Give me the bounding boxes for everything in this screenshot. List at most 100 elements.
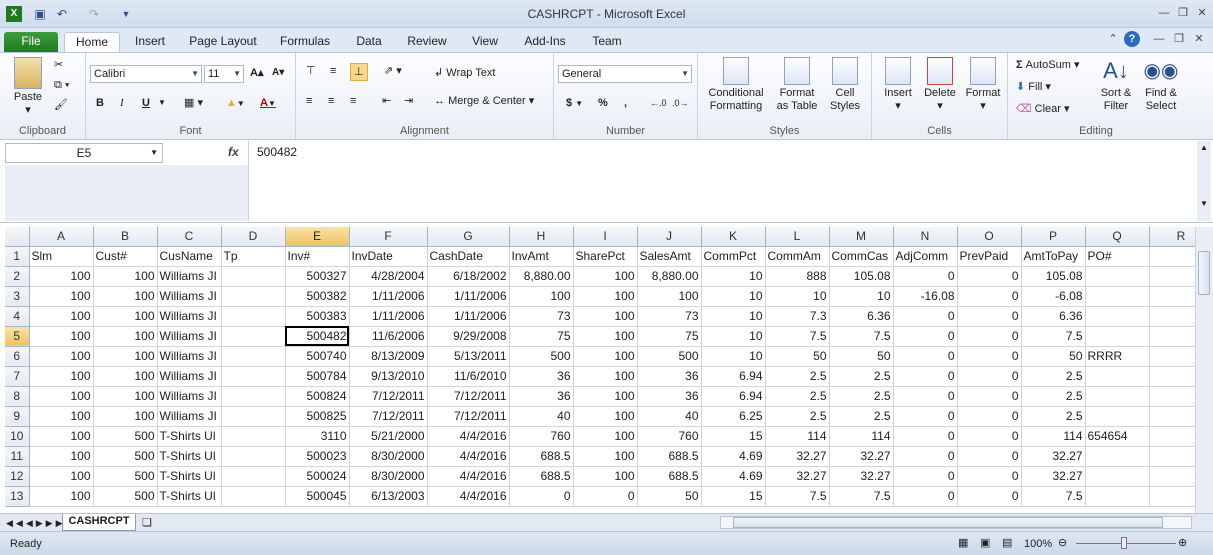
cell[interactable]: 10 xyxy=(765,286,830,307)
autosum-button[interactable]: Σ AutoSum ▾ xyxy=(1016,57,1080,73)
cell[interactable] xyxy=(221,346,286,367)
cell[interactable]: 32.27 xyxy=(765,446,830,467)
cell[interactable]: 9/13/2010 xyxy=(349,366,428,387)
cell[interactable] xyxy=(1149,266,1195,287)
cell[interactable]: 32.27 xyxy=(1021,446,1086,467)
zoom-out-icon[interactable]: ⊖ xyxy=(1058,535,1067,551)
cell[interactable]: 7.5 xyxy=(1021,326,1086,347)
cell[interactable]: 36 xyxy=(637,366,702,387)
tab-add-ins[interactable]: Add-Ins xyxy=(516,32,574,52)
cell[interactable]: 100 xyxy=(93,406,158,427)
cell[interactable]: 100 xyxy=(93,266,158,287)
chevron-down-icon[interactable]: ▼ xyxy=(158,95,166,111)
vertical-scrollbar[interactable] xyxy=(1195,227,1213,513)
insert-sheet-icon[interactable]: ❏ xyxy=(142,515,152,531)
cell[interactable] xyxy=(1085,486,1150,507)
cell[interactable]: -6.08 xyxy=(1021,286,1086,307)
cell[interactable] xyxy=(1085,366,1150,387)
cell[interactable]: Cust# xyxy=(93,246,158,267)
shrink-font-icon[interactable]: A▾ xyxy=(272,65,284,81)
increase-decimal-icon[interactable]: ←.0 xyxy=(650,95,667,111)
horizontal-scrollbar-thumb[interactable] xyxy=(733,517,1163,528)
column-header-j[interactable]: J xyxy=(637,227,702,247)
cell[interactable] xyxy=(221,386,286,407)
conditional-formatting-button[interactable]: Conditional Formatting xyxy=(702,57,770,113)
cell[interactable]: RRRR xyxy=(1085,346,1150,367)
align-middle-icon[interactable]: ≡ xyxy=(330,63,336,79)
cell[interactable]: 100 xyxy=(573,426,638,447)
cell[interactable]: 0 xyxy=(957,386,1022,407)
cell[interactable]: 7/12/2011 xyxy=(349,406,428,427)
column-header-q[interactable]: Q xyxy=(1085,227,1150,247)
column-header-n[interactable]: N xyxy=(893,227,958,247)
cell[interactable]: 50 xyxy=(1021,346,1086,367)
cell[interactable]: 500 xyxy=(93,486,158,507)
cell[interactable]: 0 xyxy=(893,266,958,287)
cell[interactable]: 0 xyxy=(893,306,958,327)
cell[interactable]: 100 xyxy=(93,306,158,327)
cell[interactable]: 688.5 xyxy=(509,446,574,467)
tab-view[interactable]: View xyxy=(464,32,506,52)
fill-button[interactable]: ⬇ Fill ▾ xyxy=(1016,79,1051,95)
cell[interactable]: 2.5 xyxy=(829,386,894,407)
cell[interactable]: 36 xyxy=(509,366,574,387)
cell[interactable]: 500740 xyxy=(285,346,350,367)
cell[interactable]: 0 xyxy=(957,306,1022,327)
cell[interactable]: 7.5 xyxy=(765,486,830,507)
cell[interactable]: 50 xyxy=(765,346,830,367)
cell[interactable]: T-Shirts Ul xyxy=(157,486,222,507)
row-header[interactable]: 1 xyxy=(5,246,30,267)
align-right-icon[interactable]: ≡ xyxy=(350,93,356,109)
cell[interactable]: 500 xyxy=(93,426,158,447)
font-color-icon[interactable]: A▼ xyxy=(260,95,276,112)
cell[interactable]: 100 xyxy=(509,286,574,307)
cell[interactable]: 500327 xyxy=(285,266,350,287)
column-header-p[interactable]: P xyxy=(1021,227,1086,247)
cell[interactable]: 0 xyxy=(957,406,1022,427)
cell[interactable]: 73 xyxy=(509,306,574,327)
cell[interactable]: 500024 xyxy=(285,466,350,487)
zoom-slider-thumb[interactable] xyxy=(1121,537,1127,549)
cell[interactable]: 32.27 xyxy=(1021,466,1086,487)
cell[interactable]: 105.08 xyxy=(829,266,894,287)
number-format-select[interactable]: General ▼ xyxy=(558,65,692,83)
cell[interactable]: 3110 xyxy=(285,426,350,447)
cell[interactable]: 2.5 xyxy=(1021,406,1086,427)
cell[interactable]: 500824 xyxy=(285,386,350,407)
workbook-minimize-icon[interactable]: — xyxy=(1150,31,1168,47)
cell[interactable]: 105.08 xyxy=(1021,266,1086,287)
insert-function-icon[interactable]: fx xyxy=(228,145,239,159)
cell[interactable]: 2.5 xyxy=(765,406,830,427)
cell[interactable]: 100 xyxy=(573,266,638,287)
column-header-e[interactable]: E xyxy=(285,227,350,247)
cell[interactable]: 760 xyxy=(509,426,574,447)
cell[interactable]: 6.36 xyxy=(829,306,894,327)
column-header-h[interactable]: H xyxy=(509,227,574,247)
cell[interactable]: 100 xyxy=(29,306,94,327)
formula-input[interactable]: 500482 xyxy=(248,141,1195,221)
cell[interactable]: Inv# xyxy=(285,246,350,267)
cell[interactable]: 2.5 xyxy=(765,386,830,407)
cell[interactable]: 100 xyxy=(573,346,638,367)
cell[interactable] xyxy=(1085,306,1150,327)
cell[interactable]: 100 xyxy=(573,466,638,487)
workbook-restore-icon[interactable]: ❐ xyxy=(1170,31,1188,47)
fill-color-icon[interactable]: ▲▼ xyxy=(226,95,245,112)
tab-review[interactable]: Review xyxy=(400,32,454,52)
cell[interactable]: 100 xyxy=(29,266,94,287)
cell[interactable]: 50 xyxy=(637,486,702,507)
cell[interactable]: 0 xyxy=(893,326,958,347)
cell[interactable]: 6/13/2003 xyxy=(349,486,428,507)
cell[interactable]: Slm xyxy=(29,246,94,267)
cell[interactable]: 500482 xyxy=(285,326,350,347)
cell[interactable] xyxy=(1149,466,1195,487)
worksheet-grid[interactable]: A B C D E F G H I J K L M N O P Q R 1 Slm Cust# CusName Tp Inv#… xyxy=(5,227,1195,513)
cell[interactable]: 100 xyxy=(573,386,638,407)
tab-page-layout[interactable]: Page Layout xyxy=(184,32,262,52)
cell[interactable]: 32.27 xyxy=(829,446,894,467)
row-header[interactable]: 6 xyxy=(5,346,30,367)
cell[interactable]: 36 xyxy=(637,386,702,407)
cell[interactable]: 0 xyxy=(573,486,638,507)
tab-insert[interactable]: Insert xyxy=(126,32,174,52)
cell[interactable]: 6.94 xyxy=(701,386,766,407)
